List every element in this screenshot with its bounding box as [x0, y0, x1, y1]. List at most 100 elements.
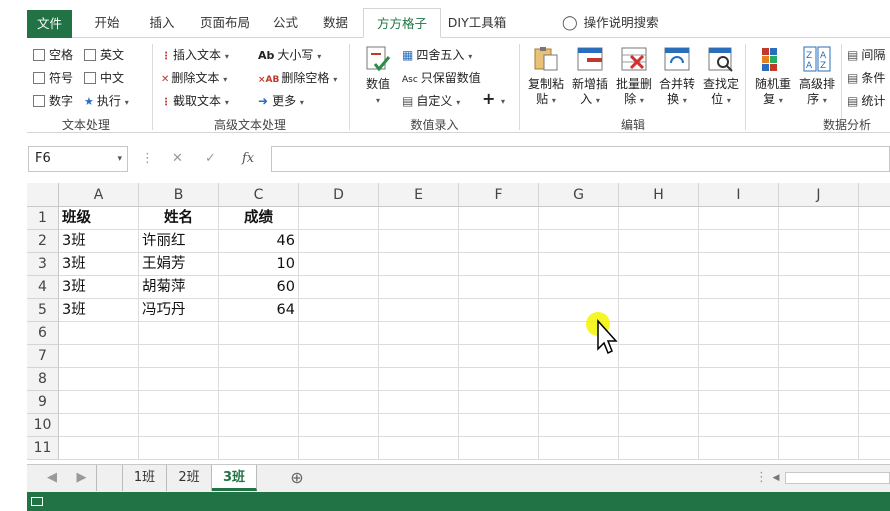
cell[interactable]	[379, 253, 459, 276]
macro-record-icon[interactable]	[31, 497, 43, 506]
cell[interactable]	[379, 368, 459, 391]
add-sheet-icon[interactable]: ⊕	[285, 465, 309, 491]
find-locate-button[interactable]: 查找定位 ▾	[699, 44, 743, 108]
row-header[interactable]: 3	[27, 253, 59, 276]
cell[interactable]	[299, 368, 379, 391]
checkbox-space[interactable]: 空格	[33, 47, 73, 63]
case-button[interactable]: Ab 大小写 ▾	[258, 47, 321, 65]
cell[interactable]	[859, 253, 890, 276]
tab-insert[interactable]: 插入	[137, 8, 187, 38]
checkbox-number[interactable]: 数字	[33, 93, 73, 109]
tab-data[interactable]: 数据	[313, 8, 358, 38]
cell[interactable]	[859, 414, 890, 437]
cell[interactable]	[219, 345, 299, 368]
cell[interactable]: 3班	[59, 230, 139, 253]
cell[interactable]	[459, 391, 539, 414]
execute-button[interactable]: ★ 执行 ▾	[84, 93, 129, 111]
cell[interactable]	[379, 276, 459, 299]
cell[interactable]	[619, 207, 699, 230]
cell[interactable]	[139, 322, 219, 345]
formula-input[interactable]	[271, 146, 890, 172]
hscroll-left-icon[interactable]: ◀	[769, 465, 783, 491]
cell[interactable]	[619, 322, 699, 345]
cell[interactable]	[779, 391, 859, 414]
sheet-tab-1[interactable]: 1班	[122, 465, 167, 491]
cell[interactable]: 64	[219, 299, 299, 322]
column-header[interactable]: J	[779, 183, 859, 207]
horizontal-scrollbar[interactable]	[785, 472, 890, 484]
cell[interactable]: 3班	[59, 299, 139, 322]
cell[interactable]: 10	[219, 253, 299, 276]
cell[interactable]	[859, 299, 890, 322]
cell[interactable]	[859, 391, 890, 414]
cell[interactable]: 冯巧丹	[139, 299, 219, 322]
checkbox-english[interactable]: 英文	[84, 47, 124, 63]
cell[interactable]	[299, 253, 379, 276]
cell[interactable]	[139, 391, 219, 414]
header-cell[interactable]: 成绩	[219, 207, 299, 230]
cell[interactable]	[59, 322, 139, 345]
cell[interactable]	[699, 230, 779, 253]
round-button[interactable]: ▦ 四舍五入 ▾	[402, 47, 472, 65]
cell[interactable]	[619, 391, 699, 414]
cell[interactable]: 胡菊萍	[139, 276, 219, 299]
tab-page-layout[interactable]: 页面布局	[190, 8, 260, 38]
cell[interactable]	[299, 414, 379, 437]
interval-button[interactable]: ▤ 间隔	[847, 47, 885, 63]
row-header[interactable]: 5	[27, 299, 59, 322]
cell[interactable]	[779, 276, 859, 299]
row-header[interactable]: 4	[27, 276, 59, 299]
cell[interactable]	[859, 368, 890, 391]
cell[interactable]	[379, 322, 459, 345]
cell[interactable]	[619, 437, 699, 460]
sheet-tab-2[interactable]: 2班	[167, 465, 212, 491]
cell[interactable]	[779, 253, 859, 276]
cell[interactable]	[859, 207, 890, 230]
insert-new-button[interactable]: 新增插入 ▾	[568, 44, 612, 108]
column-header[interactable]: B	[139, 183, 219, 207]
cell[interactable]	[459, 368, 539, 391]
cell[interactable]	[619, 299, 699, 322]
statistics-button[interactable]: ▤ 统计	[847, 93, 885, 109]
cell[interactable]	[699, 368, 779, 391]
cell[interactable]	[699, 299, 779, 322]
sheet-tab-3[interactable]: 3班	[212, 465, 257, 491]
value-button[interactable]: 数值 ▾	[360, 44, 396, 108]
cell[interactable]	[379, 414, 459, 437]
cell[interactable]: 王娟芳	[139, 253, 219, 276]
cell[interactable]	[459, 276, 539, 299]
copy-paste-button[interactable]: 复制粘贴 ▾	[524, 44, 568, 108]
cell[interactable]	[859, 437, 890, 460]
cell[interactable]	[859, 276, 890, 299]
cell[interactable]	[459, 253, 539, 276]
cell[interactable]	[859, 322, 890, 345]
cell[interactable]	[219, 391, 299, 414]
cell[interactable]	[299, 230, 379, 253]
cell[interactable]	[59, 414, 139, 437]
cell[interactable]	[539, 276, 619, 299]
condition-button[interactable]: ▤ 条件	[847, 70, 885, 86]
tell-me-search[interactable]: ◯ 操作说明搜索	[562, 8, 659, 38]
advanced-sort-button[interactable]: ZAAZ 高级排序 ▾	[795, 44, 839, 108]
column-header[interactable]: A	[59, 183, 139, 207]
cell[interactable]	[379, 437, 459, 460]
cell[interactable]	[299, 322, 379, 345]
cell[interactable]	[539, 253, 619, 276]
custom-button[interactable]: ▤ 自定义 ▾	[402, 93, 460, 111]
row-header[interactable]: 7	[27, 345, 59, 368]
cell[interactable]	[219, 437, 299, 460]
cell[interactable]	[859, 230, 890, 253]
column-header[interactable]: H	[619, 183, 699, 207]
cell[interactable]	[219, 368, 299, 391]
header-cell[interactable]: 班级	[59, 207, 139, 230]
name-box[interactable]: F6 ▾	[28, 146, 128, 172]
cell[interactable]	[699, 276, 779, 299]
cell[interactable]	[539, 437, 619, 460]
row-header[interactable]: 10	[27, 414, 59, 437]
cell[interactable]	[459, 414, 539, 437]
cell[interactable]: 3班	[59, 276, 139, 299]
cell[interactable]	[379, 207, 459, 230]
cell[interactable]	[459, 322, 539, 345]
cell[interactable]	[779, 299, 859, 322]
column-header[interactable]: I	[699, 183, 779, 207]
